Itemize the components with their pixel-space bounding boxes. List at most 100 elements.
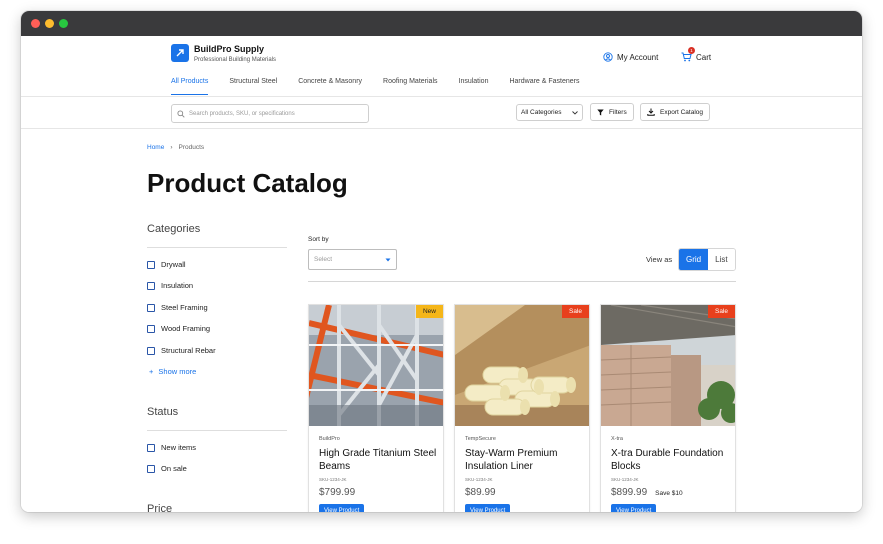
checkbox[interactable]: [147, 464, 155, 473]
category-checkbox-structural-rebar[interactable]: Structural Rebar: [147, 346, 216, 355]
checkbox[interactable]: [147, 260, 155, 269]
sort-placeholder: Select: [314, 256, 333, 263]
search-placeholder: Search products, SKU, or specifications: [189, 110, 295, 117]
product-card[interactable]: Sale X-tra X-tra Durable Foundation Bloc…: [600, 304, 736, 512]
divider: [308, 281, 736, 282]
product-sku: SKU-1234-JK: [611, 477, 639, 482]
product-price-row: $899.99 Save $10: [611, 487, 683, 498]
breadcrumb-home[interactable]: Home: [147, 144, 164, 151]
product-price-row: $89.99: [465, 487, 496, 498]
filter-icon: [597, 109, 604, 115]
checkbox-label: Steel Framing: [161, 303, 208, 312]
nav-structural-steel[interactable]: Structural Steel: [229, 78, 277, 95]
price-heading: Price: [147, 503, 173, 512]
category-select[interactable]: All Categories: [516, 104, 583, 121]
product-image-steel-beams[interactable]: [309, 305, 443, 426]
nav-insulation[interactable]: Insulation: [459, 78, 489, 95]
checkbox-label: New items: [161, 443, 197, 452]
brand-name[interactable]: BuildPro Supply: [194, 44, 264, 54]
category-checkbox-drywall[interactable]: Drywall: [147, 260, 186, 269]
category-checkbox-insulation[interactable]: Insulation: [147, 281, 193, 290]
filters-button[interactable]: Filters: [590, 103, 634, 121]
save-amount: Save $10: [655, 490, 683, 497]
user-icon: [603, 52, 613, 62]
checkbox-label: Insulation: [161, 281, 194, 290]
window-titlebar: [21, 11, 862, 36]
new-badge: New: [415, 305, 443, 318]
chevron-right-icon: ›: [170, 144, 173, 151]
logo-icon[interactable]: [171, 44, 189, 62]
checkbox-label: Structural Rebar: [161, 346, 216, 355]
product-name[interactable]: High Grade Titanium Steel Beams: [319, 447, 437, 473]
checkbox[interactable]: [147, 281, 155, 290]
nav-roofing-materials[interactable]: Roofing Materials: [383, 78, 437, 95]
grid-view-button[interactable]: Grid: [679, 249, 709, 270]
status-checkbox-on-sale[interactable]: On sale: [147, 464, 187, 473]
nav-hardware-fasteners[interactable]: Hardware & Fasteners: [509, 78, 579, 95]
view-as-label: View as: [646, 255, 673, 264]
nav-all-products[interactable]: All Products: [171, 78, 209, 95]
category-nav: All Products Structural Steel Concrete &…: [171, 78, 601, 95]
cart-label: Cart: [696, 52, 712, 62]
checkbox[interactable]: [147, 324, 155, 333]
cart-count-badge: 1: [688, 47, 695, 54]
plus-icon: +: [149, 367, 154, 376]
product-card[interactable]: New BuildPro High Grade Titanium Steel B…: [308, 304, 444, 512]
breadcrumb: Home › Products: [147, 144, 204, 151]
search-input[interactable]: Search products, SKU, or specifications: [171, 104, 369, 123]
breadcrumb-current: Products: [178, 144, 205, 151]
product-brand: TempSecure: [465, 436, 496, 442]
page-content: BuildPro Supply Professional Building Ma…: [21, 36, 862, 512]
status-checkbox-new-items[interactable]: New items: [147, 443, 196, 452]
show-more-label: Show more: [158, 367, 197, 376]
view-toggle: Grid List: [678, 248, 736, 271]
sort-select[interactable]: Select: [308, 249, 397, 270]
filters-label: Filters: [609, 108, 627, 116]
product-sku: SKU-1234-JK: [465, 477, 493, 482]
checkbox[interactable]: [147, 346, 155, 355]
product-card[interactable]: Sale TempSecure Stay-Warm Premium Insula…: [454, 304, 590, 512]
product-name[interactable]: Stay-Warm Premium Insulation Liner: [465, 447, 583, 473]
sort-label: Sort by: [308, 236, 329, 243]
sale-badge: Sale: [707, 305, 735, 318]
status-heading: Status: [147, 406, 179, 418]
product-sku: SKU-1234-JK: [319, 477, 347, 482]
chevron-down-icon: [572, 110, 578, 115]
checkbox[interactable]: [147, 443, 155, 452]
show-more-link[interactable]: + Show more: [149, 367, 196, 376]
divider: [21, 128, 862, 129]
sale-badge: Sale: [561, 305, 589, 318]
divider: [147, 247, 287, 248]
category-select-value: All Categories: [521, 109, 562, 116]
caret-down-icon: [385, 258, 391, 261]
category-checkbox-wood-framing[interactable]: Wood Framing: [147, 324, 210, 333]
checkbox[interactable]: [147, 303, 155, 312]
product-name[interactable]: X-tra Durable Foundation Blocks: [611, 447, 729, 473]
divider: [21, 96, 862, 97]
close-window-button[interactable]: [31, 19, 40, 28]
view-product-button[interactable]: View Product: [319, 504, 365, 512]
cart-link[interactable]: 1 Cart: [681, 47, 712, 62]
maximize-window-button[interactable]: [59, 19, 68, 28]
browser-window: BuildPro Supply Professional Building Ma…: [21, 11, 862, 512]
search-icon: [177, 109, 185, 118]
list-view-button[interactable]: List: [708, 249, 735, 270]
minimize-window-button[interactable]: [45, 19, 54, 28]
export-catalog-button[interactable]: Export Catalog: [640, 103, 710, 121]
product-brand: BuildPro: [319, 436, 340, 442]
product-price: $89.99: [465, 487, 496, 498]
view-product-button[interactable]: View Product: [465, 504, 511, 512]
product-price-row: $799.99: [319, 487, 355, 498]
my-account-link[interactable]: My Account: [603, 52, 658, 62]
product-image-foundation-blocks[interactable]: [601, 305, 735, 426]
export-catalog-label: Export Catalog: [660, 108, 703, 116]
nav-concrete-masonry[interactable]: Concrete & Masonry: [298, 78, 362, 95]
divider: [147, 430, 287, 431]
brand-tagline: Professional Building Materials: [194, 57, 277, 63]
category-checkbox-steel-framing[interactable]: Steel Framing: [147, 303, 208, 312]
my-account-label: My Account: [617, 52, 659, 62]
view-product-button[interactable]: View Product: [611, 504, 657, 512]
checkbox-label: On sale: [161, 464, 187, 473]
product-image-insulation-liner[interactable]: [455, 305, 589, 426]
checkbox-label: Wood Framing: [161, 324, 211, 333]
